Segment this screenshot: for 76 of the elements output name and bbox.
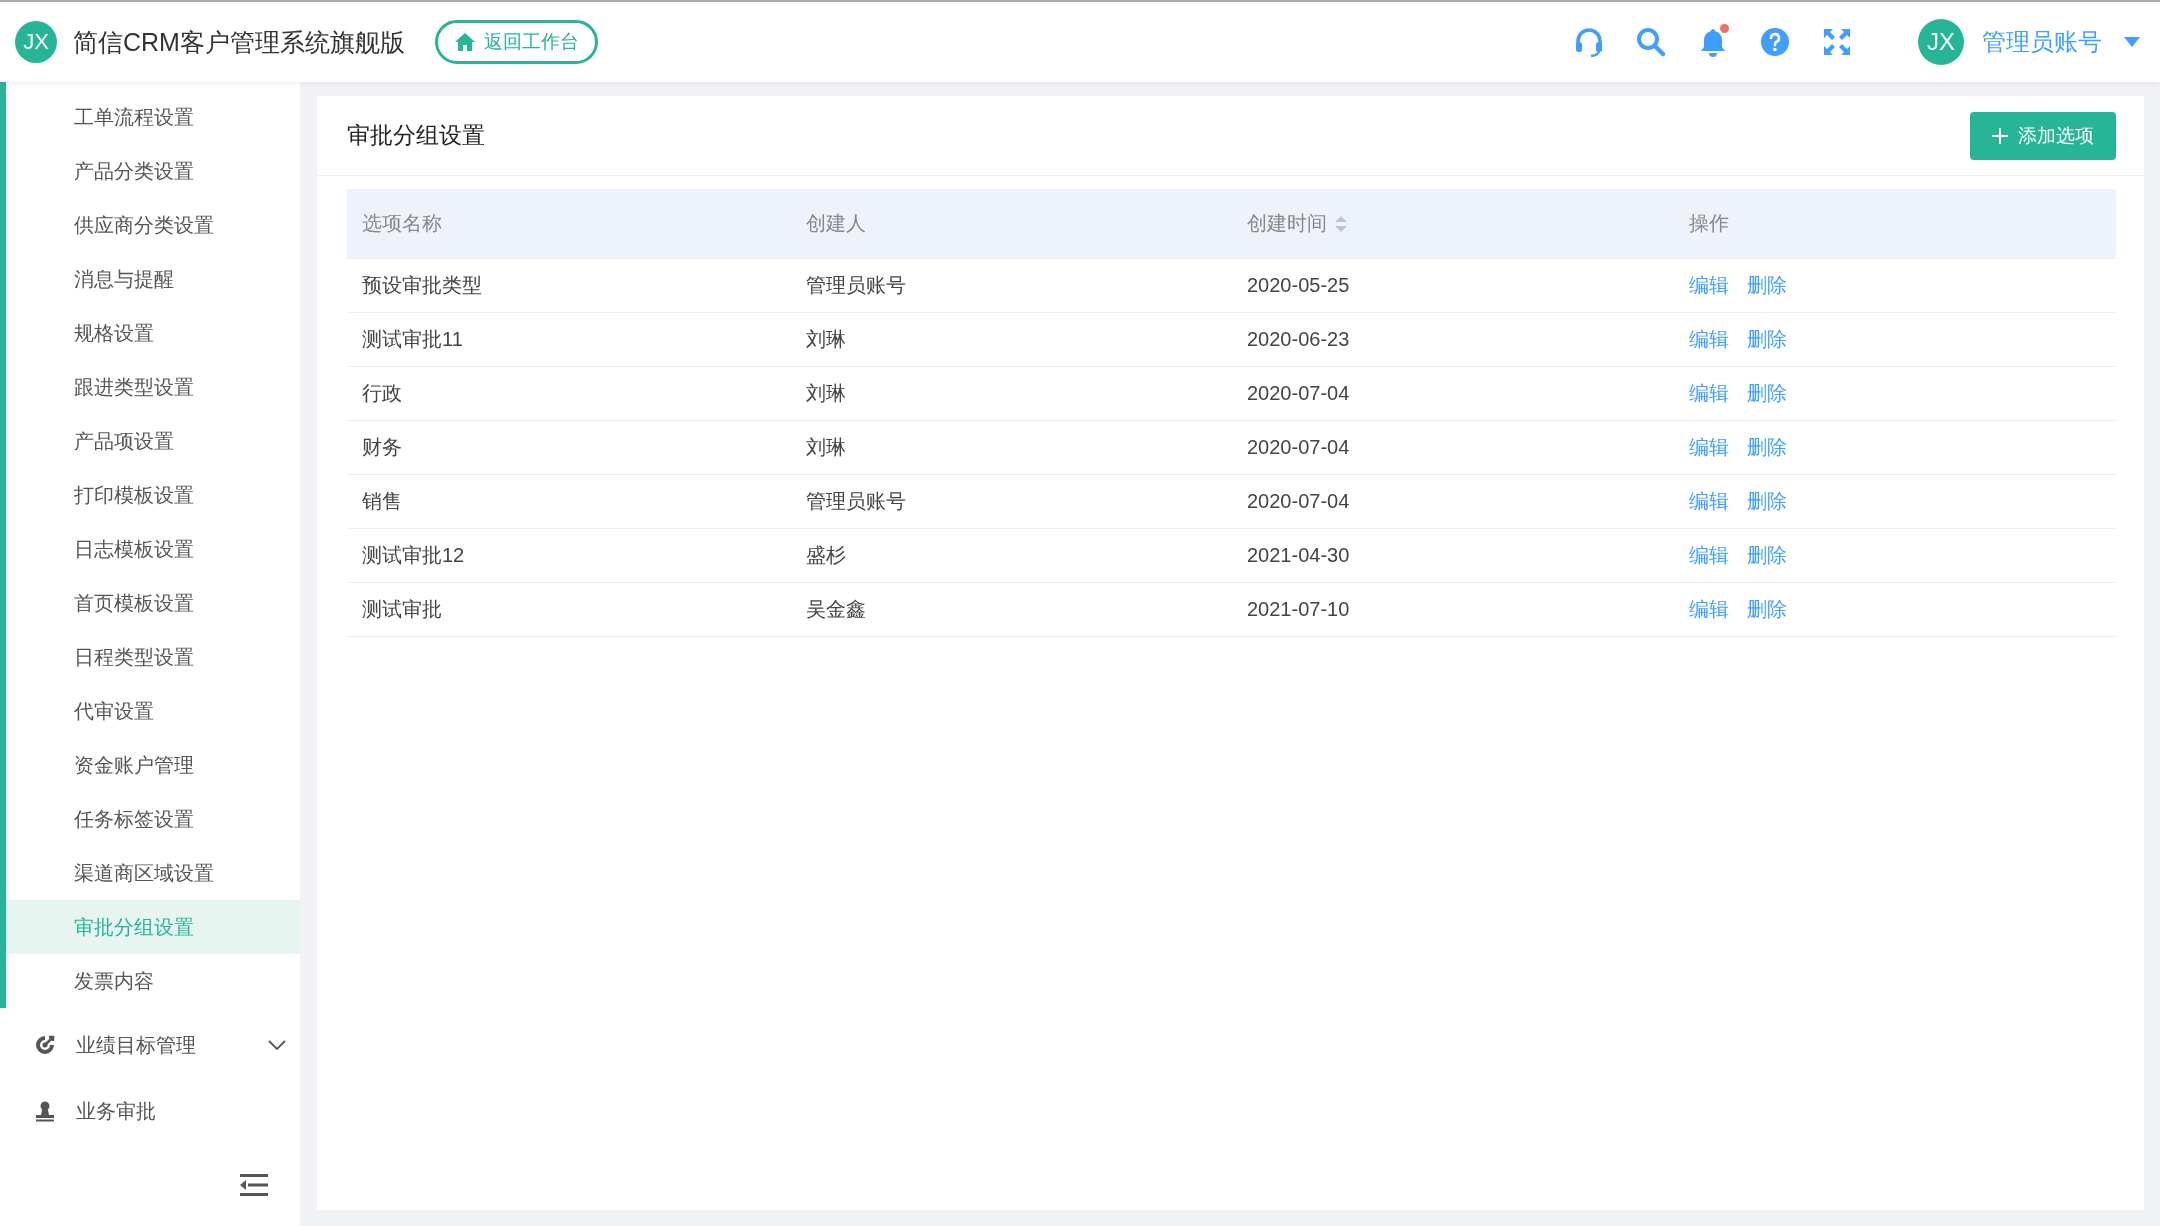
- menu-item[interactable]: 任务标签设置: [6, 792, 300, 846]
- table-cell-text: 行政: [361, 381, 403, 406]
- menu-group[interactable]: 业绩目标管理: [0, 1012, 300, 1078]
- collapse-menu-icon[interactable]: [240, 1174, 268, 1196]
- menu-item[interactable]: 工单流程设置: [6, 90, 300, 144]
- search-icon[interactable]: [1635, 26, 1667, 58]
- menu-group[interactable]: 业务审批: [0, 1078, 300, 1144]
- action-link[interactable]: 编辑: [1689, 596, 1729, 623]
- table-cell-text: 预设审批类型: [361, 273, 483, 298]
- action-link[interactable]: 删除: [1747, 272, 1787, 299]
- action-link[interactable]: 编辑: [1689, 272, 1729, 299]
- table-cell-text: 销售: [361, 489, 403, 514]
- table-cell-text: 管理员账号: [805, 273, 907, 298]
- menu-item[interactable]: 日程类型设置: [6, 630, 300, 684]
- menu-item[interactable]: 首页模板设置: [6, 576, 300, 630]
- app-title: 简信CRM客户管理系统旗舰版: [73, 26, 405, 58]
- table-cell-text: 吴金鑫: [805, 597, 867, 622]
- table-cell-text: 2020-06-23: [1246, 327, 1351, 352]
- user-avatar[interactable]: JX: [1918, 19, 1964, 65]
- help-icon[interactable]: [1759, 26, 1791, 58]
- action-link[interactable]: 删除: [1747, 380, 1787, 407]
- table-cell-text: 测试审批: [361, 597, 443, 622]
- menu-item[interactable]: 供应商分类设置: [6, 198, 300, 252]
- stamp-icon: [34, 1100, 56, 1122]
- menu-item[interactable]: 日志模板设置: [6, 522, 300, 576]
- menu-item[interactable]: 消息与提醒: [6, 252, 300, 306]
- table-cell-text: 盛杉: [805, 543, 847, 568]
- menu-item[interactable]: 规格设置: [6, 306, 300, 360]
- house-icon: [453, 32, 476, 52]
- action-link[interactable]: 删除: [1747, 434, 1787, 461]
- menu-item[interactable]: 产品分类设置: [6, 144, 300, 198]
- menu-item[interactable]: 审批分组设置: [6, 900, 300, 954]
- action-link[interactable]: 删除: [1747, 596, 1787, 623]
- action-link[interactable]: 编辑: [1689, 542, 1729, 569]
- menu-item[interactable]: 产品项设置: [6, 414, 300, 468]
- fullscreen-icon[interactable]: [1821, 26, 1853, 58]
- caret-icon[interactable]: [2124, 37, 2140, 47]
- column-header: 选项名称: [361, 211, 443, 236]
- headset-icon[interactable]: [1573, 26, 1605, 58]
- action-link[interactable]: 删除: [1747, 542, 1787, 569]
- sort-icon[interactable]: [1335, 215, 1347, 232]
- action-link[interactable]: 编辑: [1689, 488, 1729, 515]
- table-cell-text: 2021-07-10: [1246, 597, 1351, 622]
- menu-item[interactable]: 打印模板设置: [6, 468, 300, 522]
- plus-icon: [1992, 127, 2008, 144]
- table-cell-text: 测试审批12: [361, 543, 466, 568]
- column-header[interactable]: 创建时间: [1232, 189, 1674, 258]
- panel-title: 审批分组设置: [347, 121, 486, 150]
- action-link[interactable]: 编辑: [1689, 380, 1729, 407]
- menu-item[interactable]: 跟进类型设置: [6, 360, 300, 414]
- menu-item[interactable]: 资金账户管理: [6, 738, 300, 792]
- table-cell-text: 管理员账号: [805, 489, 907, 514]
- table-cell-text: 2020-05-25: [1246, 273, 1351, 298]
- table-cell-text: 刘琳: [805, 435, 847, 460]
- action-link[interactable]: 编辑: [1689, 434, 1729, 461]
- logo-badge: JX: [15, 21, 57, 63]
- add-option-button[interactable]: 添加选项: [1970, 111, 2116, 160]
- home-button[interactable]: 返回工作台: [434, 20, 598, 64]
- table-cell-text: 2020-07-04: [1246, 489, 1351, 514]
- action-link[interactable]: 删除: [1747, 326, 1787, 353]
- menu-item[interactable]: 发票内容: [6, 954, 300, 1008]
- table-cell-text: 2021-04-30: [1246, 543, 1351, 568]
- action-link[interactable]: 编辑: [1689, 326, 1729, 353]
- menu-item[interactable]: 代审设置: [6, 684, 300, 738]
- table-cell-text: 刘琳: [805, 327, 847, 352]
- target-icon: [34, 1034, 56, 1056]
- action-link[interactable]: 删除: [1747, 488, 1787, 515]
- table-cell-text: 测试审批11: [361, 327, 464, 352]
- table-cell-text: 2020-07-04: [1246, 381, 1351, 406]
- table-cell-text: 2020-07-04: [1246, 435, 1351, 460]
- menu-item[interactable]: 渠道商区域设置: [6, 846, 300, 900]
- user-name[interactable]: 管理员账号: [1982, 26, 2102, 58]
- table-cell-text: 财务: [361, 435, 403, 460]
- column-header: 操作: [1688, 211, 1730, 236]
- table-cell-text: 刘琳: [805, 381, 847, 406]
- column-header: 创建人: [805, 211, 867, 236]
